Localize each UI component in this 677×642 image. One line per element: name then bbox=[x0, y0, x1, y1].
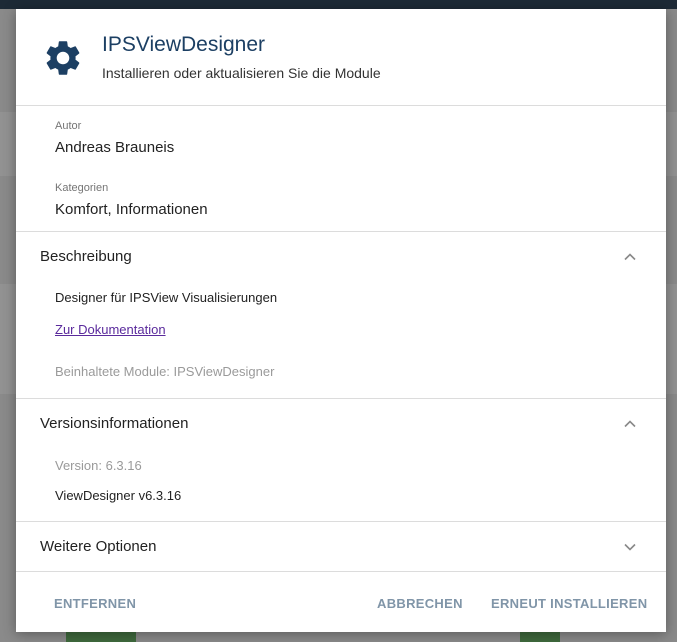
chevron-up-icon[interactable] bbox=[622, 416, 638, 432]
gear-icon bbox=[46, 41, 80, 75]
module-dialog: IPSViewDesigner Installieren oder aktual… bbox=[16, 9, 666, 632]
dialog-subtitle: Installieren oder aktualisieren Sie die … bbox=[102, 65, 381, 81]
version-section: Versionsinformationen Version: 6.3.16 Vi… bbox=[16, 399, 666, 522]
version-number: Version: 6.3.16 bbox=[55, 458, 142, 473]
options-heading[interactable]: Weitere Optionen bbox=[40, 538, 156, 555]
version-detail: ViewDesigner v6.3.16 bbox=[55, 488, 182, 503]
category-value: Komfort, Informationen bbox=[55, 201, 208, 218]
dialog-header: IPSViewDesigner Installieren oder aktual… bbox=[16, 9, 666, 106]
dialog-footer: ENTFERNEN ABBRECHEN ERNEUT INSTALLIEREN bbox=[16, 571, 666, 633]
reinstall-button[interactable]: ERNEUT INSTALLIEREN bbox=[491, 596, 647, 611]
cancel-button[interactable]: ABBRECHEN bbox=[377, 596, 463, 611]
module-info: Autor Andreas Brauneis Kategorien Komfor… bbox=[16, 106, 666, 232]
options-section: Weitere Optionen bbox=[16, 522, 666, 570]
chevron-down-icon[interactable] bbox=[622, 539, 638, 555]
version-heading[interactable]: Versionsinformationen bbox=[40, 415, 188, 432]
background-topbar bbox=[0, 0, 677, 9]
remove-button[interactable]: ENTFERNEN bbox=[54, 596, 136, 611]
author-value: Andreas Brauneis bbox=[55, 139, 175, 156]
background-thumbnail bbox=[520, 632, 560, 642]
chevron-up-icon[interactable] bbox=[622, 249, 638, 265]
category-label: Kategorien bbox=[55, 182, 109, 194]
included-modules: Beinhaltete Module: IPSViewDesigner bbox=[55, 364, 275, 379]
description-heading[interactable]: Beschreibung bbox=[40, 248, 132, 265]
author-label: Autor bbox=[55, 120, 82, 132]
description-text: Designer für IPSView Visualisierungen bbox=[55, 290, 278, 305]
dialog-title: IPSViewDesigner bbox=[102, 33, 266, 56]
background-thumbnail bbox=[66, 632, 136, 642]
documentation-link[interactable]: Zur Dokumentation bbox=[55, 322, 166, 337]
description-section: Beschreibung Designer für IPSView Visual… bbox=[16, 232, 666, 399]
